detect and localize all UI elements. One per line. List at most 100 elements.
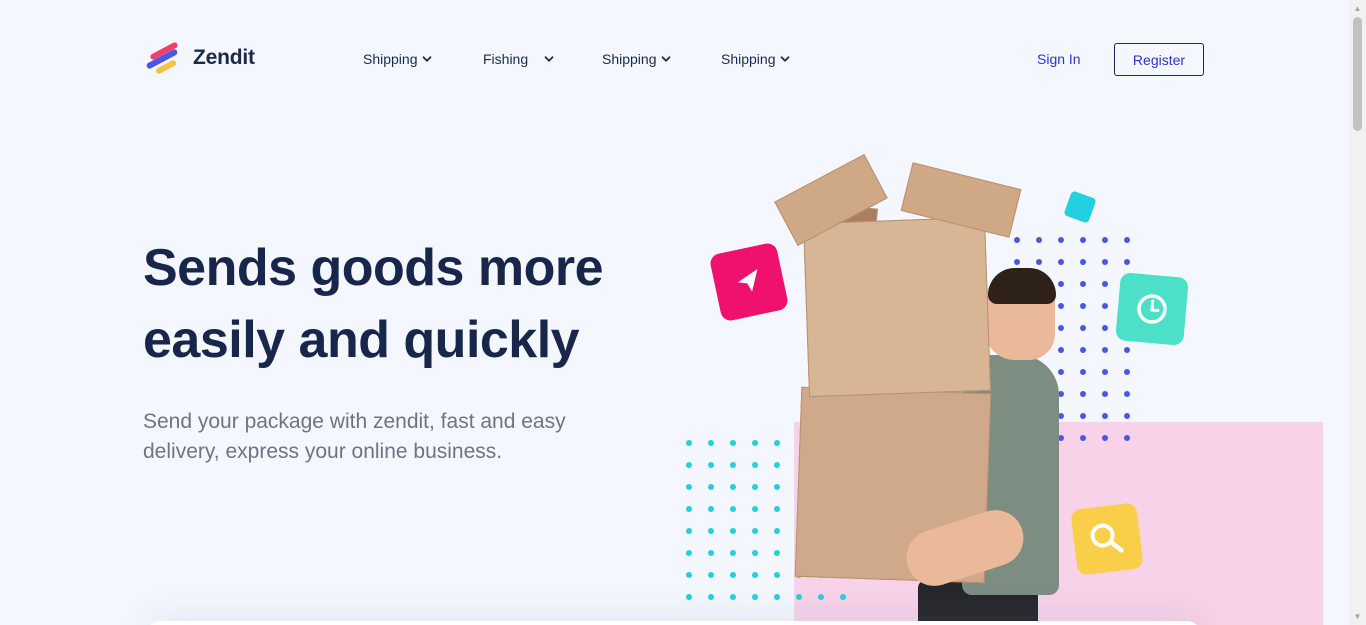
decor-dot bbox=[774, 462, 780, 468]
decor-dot bbox=[1124, 237, 1130, 243]
decor-dot bbox=[1102, 281, 1108, 287]
decor-dot bbox=[1058, 259, 1064, 265]
nav-item-label: Shipping bbox=[721, 51, 776, 67]
nav-item-shipping-2[interactable]: Shipping bbox=[602, 51, 671, 67]
nav-item-fishing[interactable]: Fishing bbox=[483, 51, 554, 67]
decor-dot bbox=[708, 572, 714, 578]
decor-dot bbox=[818, 594, 824, 600]
scroll-down-arrow-icon[interactable]: ▼ bbox=[1349, 608, 1366, 625]
decor-dot bbox=[774, 440, 780, 446]
landing-page: Zendit Shipping Fishing Shipping Shippin… bbox=[0, 0, 1349, 625]
vertical-scrollbar[interactable]: ▲ ▼ bbox=[1349, 0, 1366, 625]
decor-dot bbox=[752, 572, 758, 578]
decor-dot bbox=[1080, 325, 1086, 331]
decor-dot bbox=[752, 550, 758, 556]
decor-dot bbox=[1014, 237, 1020, 243]
logo-icon bbox=[145, 41, 183, 75]
paper-plane-icon bbox=[737, 268, 758, 292]
decor-dot bbox=[708, 594, 714, 600]
decor-dot bbox=[1124, 347, 1130, 353]
search-tile bbox=[1070, 502, 1144, 576]
bottom-card bbox=[146, 621, 1201, 625]
decor-dot bbox=[1102, 347, 1108, 353]
decor-dot bbox=[1058, 325, 1064, 331]
decor-dot bbox=[774, 484, 780, 490]
decor-dot bbox=[730, 528, 736, 534]
clock-icon bbox=[1137, 294, 1167, 324]
decor-dot bbox=[1102, 259, 1108, 265]
decor-dot bbox=[1102, 413, 1108, 419]
decor-dot bbox=[1080, 391, 1086, 397]
scroll-up-arrow-icon[interactable]: ▲ bbox=[1349, 0, 1366, 17]
hero-title-line-2: easily and quickly bbox=[143, 311, 580, 369]
sign-in-link[interactable]: Sign In bbox=[1037, 51, 1081, 67]
send-tile bbox=[708, 241, 790, 323]
decor-dot bbox=[1124, 413, 1130, 419]
hero-subtitle: Send your package with zendit, fast and … bbox=[143, 407, 623, 467]
decor-dot bbox=[752, 484, 758, 490]
decor-dot bbox=[1080, 259, 1086, 265]
decor-dot bbox=[708, 484, 714, 490]
decor-dot bbox=[730, 550, 736, 556]
decor-dot bbox=[774, 506, 780, 512]
decor-dot bbox=[1036, 259, 1042, 265]
nav-item-label: Shipping bbox=[602, 51, 657, 67]
chevron-down-icon bbox=[422, 56, 431, 62]
nav-item-label: Fishing bbox=[483, 51, 529, 67]
decor-dot bbox=[1058, 281, 1064, 287]
hero-title-line-1: Sends goods more bbox=[143, 239, 604, 297]
decor-dot bbox=[1014, 259, 1020, 265]
decor-dot bbox=[686, 484, 692, 490]
decor-dot bbox=[1124, 391, 1130, 397]
hero-subtitle-line-1: Send your package with zendit, fast and … bbox=[143, 410, 566, 433]
decor-dot bbox=[774, 594, 780, 600]
decor-dot bbox=[730, 484, 736, 490]
decor-dot bbox=[774, 528, 780, 534]
nav-item-shipping-1[interactable]: Shipping bbox=[363, 51, 432, 67]
decor-dot bbox=[1102, 325, 1108, 331]
person-arm bbox=[1020, 400, 1058, 530]
decor-dot bbox=[686, 528, 692, 534]
decor-dot bbox=[774, 572, 780, 578]
chevron-down-icon bbox=[544, 56, 554, 62]
scrollbar-thumb[interactable] bbox=[1353, 17, 1362, 131]
decor-dot bbox=[1080, 237, 1086, 243]
hero-illustration bbox=[680, 150, 1349, 625]
decor-dot bbox=[708, 506, 714, 512]
decor-dot bbox=[1058, 237, 1064, 243]
decor-dot bbox=[730, 506, 736, 512]
decor-dot bbox=[1058, 303, 1064, 309]
decor-dot bbox=[730, 572, 736, 578]
decor-dot bbox=[752, 506, 758, 512]
decor-dot bbox=[1058, 369, 1064, 375]
register-button[interactable]: Register bbox=[1114, 43, 1204, 76]
decor-dot bbox=[752, 528, 758, 534]
decor-dot bbox=[708, 550, 714, 556]
decor-dot bbox=[730, 462, 736, 468]
brand-logo[interactable]: Zendit bbox=[145, 41, 255, 75]
decor-dot bbox=[686, 440, 692, 446]
cardboard-box-top bbox=[803, 216, 991, 398]
decor-dot bbox=[1036, 237, 1042, 243]
decor-dot bbox=[1080, 369, 1086, 375]
chevron-down-icon bbox=[661, 56, 670, 62]
decor-dot bbox=[686, 594, 692, 600]
decor-dot bbox=[1102, 237, 1108, 243]
decor-dot bbox=[1102, 369, 1108, 375]
decor-dot bbox=[1058, 347, 1064, 353]
decor-dot bbox=[752, 462, 758, 468]
decor-dot bbox=[1124, 259, 1130, 265]
brand-name: Zendit bbox=[193, 46, 255, 69]
decor-dot bbox=[1124, 369, 1130, 375]
decor-dot bbox=[752, 594, 758, 600]
decor-dot bbox=[686, 506, 692, 512]
decor-dot bbox=[708, 528, 714, 534]
decor-dot bbox=[708, 440, 714, 446]
decor-dot bbox=[1080, 435, 1086, 441]
person-hair bbox=[988, 268, 1056, 304]
decor-dot bbox=[708, 462, 714, 468]
nav-item-shipping-3[interactable]: Shipping bbox=[721, 51, 790, 67]
decor-dot bbox=[774, 550, 780, 556]
clock-tile bbox=[1115, 272, 1189, 346]
decor-dot bbox=[752, 440, 758, 446]
